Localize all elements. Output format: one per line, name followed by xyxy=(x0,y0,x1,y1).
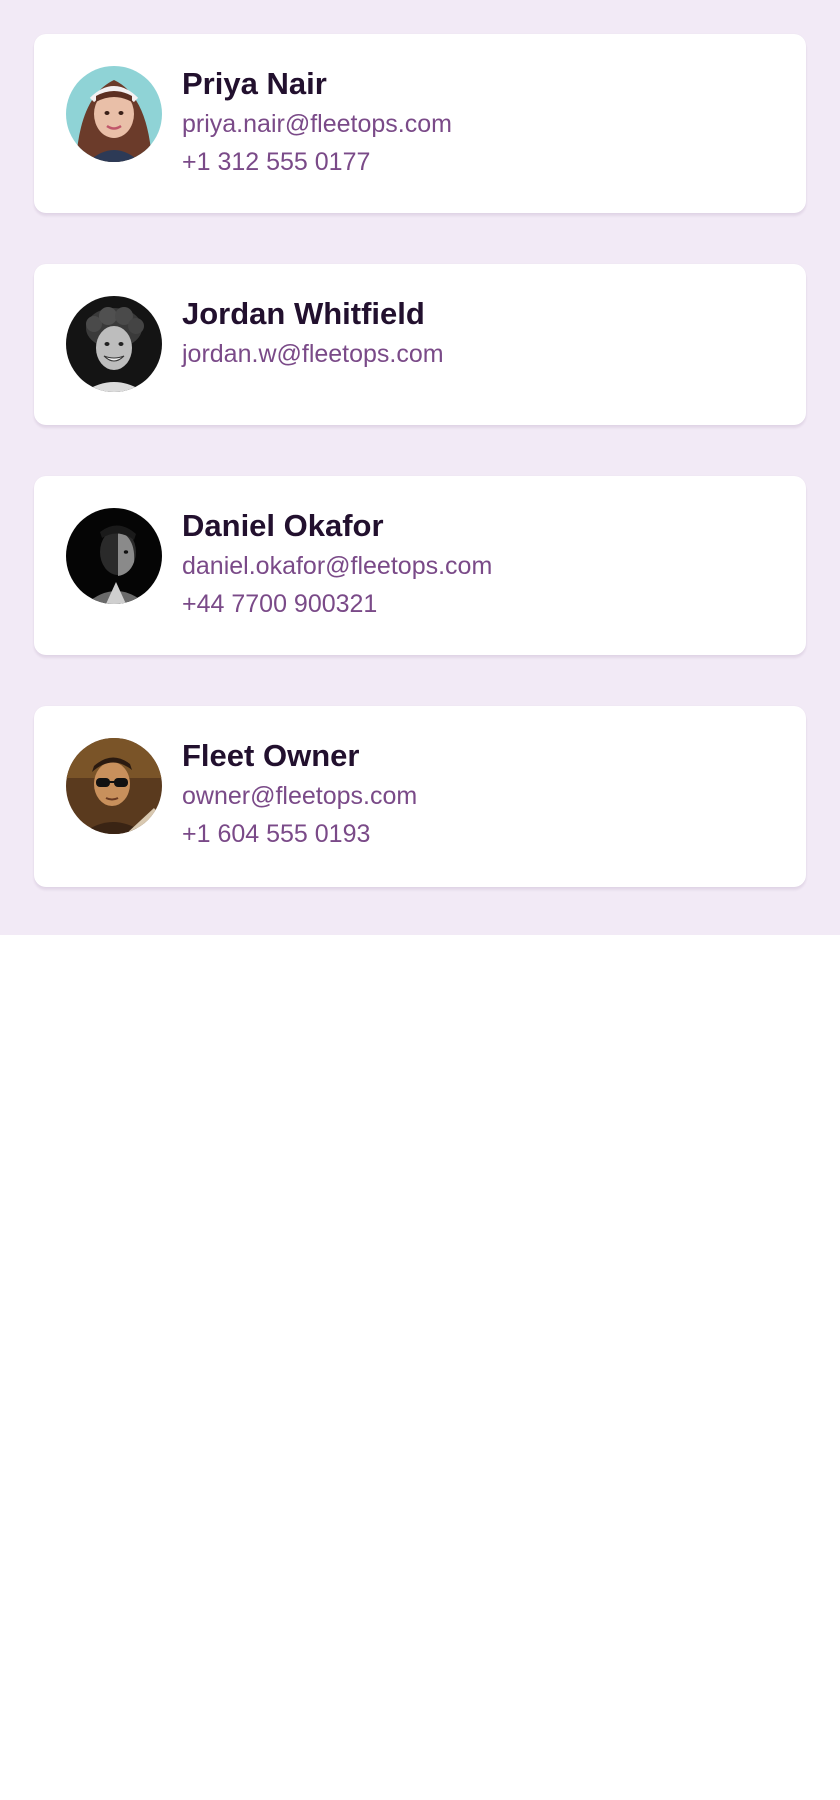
contact-info: Fleet Owner owner@fleetops.com +1 604 55… xyxy=(182,736,417,852)
contact-name: Priya Nair xyxy=(182,66,327,101)
avatar xyxy=(66,738,162,834)
contact-name: Daniel Okafor xyxy=(182,508,384,543)
contact-card-fleet-owner[interactable]: Fleet Owner owner@fleetops.com +1 604 55… xyxy=(34,706,806,887)
contact-info: Priya Nair priya.nair@fleetops.com +1 31… xyxy=(182,64,452,180)
contact-card-jordan-whitfield[interactable]: Jordan Whitfield jordan.w@fleetops.com xyxy=(34,264,806,425)
avatar-photo-woman-headband-icon xyxy=(66,66,162,162)
avatar xyxy=(66,66,162,162)
contact-info: Daniel Okafor daniel.okafor@fleetops.com… xyxy=(182,506,492,622)
avatar-photo-man-sunglasses-icon xyxy=(66,738,162,834)
avatar xyxy=(66,296,162,392)
contact-phone[interactable]: +1 604 555 0193 xyxy=(182,816,417,852)
avatar-photo-man-curly-hair-icon xyxy=(66,296,162,392)
contact-email[interactable]: priya.nair@fleetops.com xyxy=(182,106,452,142)
contact-email[interactable]: daniel.okafor@fleetops.com xyxy=(182,548,492,584)
contact-phone[interactable]: +1 312 555 0177 xyxy=(182,144,452,180)
contact-info: Jordan Whitfield jordan.w@fleetops.com xyxy=(182,294,444,372)
avatar xyxy=(66,508,162,604)
contacts-panel: Priya Nair priya.nair@fleetops.com +1 31… xyxy=(0,0,840,935)
contact-card-daniel-okafor[interactable]: Daniel Okafor daniel.okafor@fleetops.com… xyxy=(34,476,806,655)
contact-name: Fleet Owner xyxy=(182,738,360,773)
contact-email[interactable]: owner@fleetops.com xyxy=(182,778,417,814)
contact-name: Jordan Whitfield xyxy=(182,296,425,331)
avatar-photo-man-dark-icon xyxy=(66,508,162,604)
contact-card-priya-nair[interactable]: Priya Nair priya.nair@fleetops.com +1 31… xyxy=(34,34,806,213)
contact-phone[interactable]: +44 7700 900321 xyxy=(182,586,492,622)
contact-email[interactable]: jordan.w@fleetops.com xyxy=(182,336,444,372)
